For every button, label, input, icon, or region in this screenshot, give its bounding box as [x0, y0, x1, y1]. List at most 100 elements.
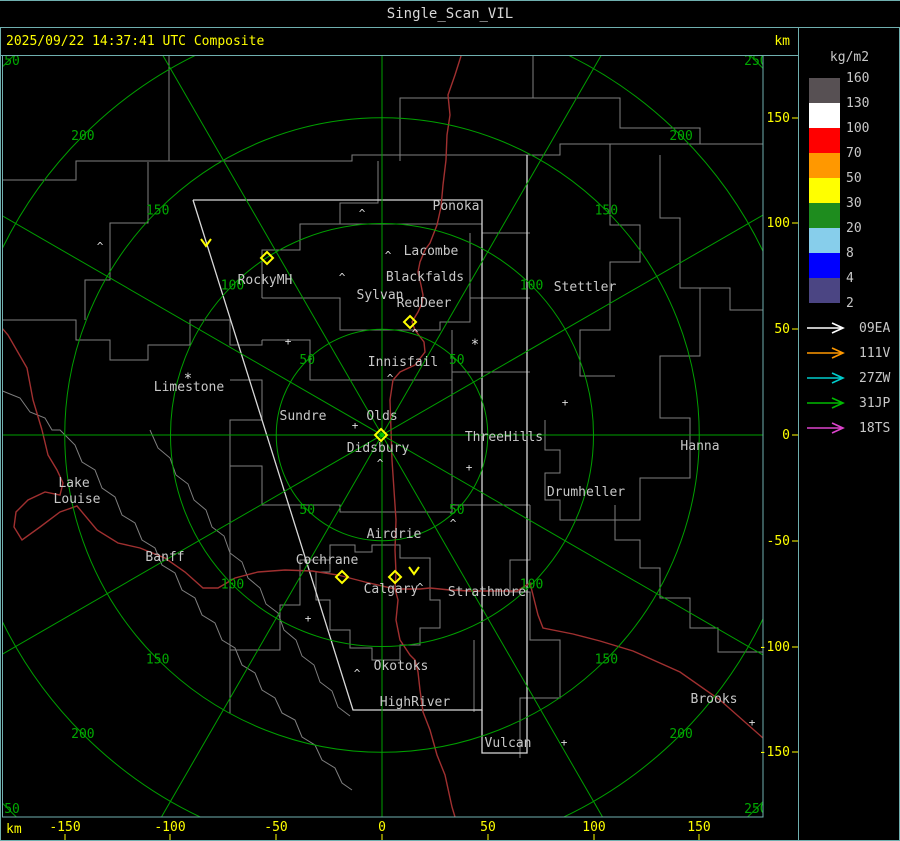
city-label: Vulcan: [485, 736, 532, 751]
radar-arrow-icon: [807, 422, 845, 434]
city-label: Lake: [58, 476, 89, 491]
county-line: [579, 144, 641, 377]
y-tick-label: 50: [774, 322, 790, 337]
legend-panel: kg/m2 160 130 100 70 50 30 20 8 4 2 09EA 111V 27Z…: [799, 28, 900, 841]
y-tick-label: 100: [767, 216, 790, 231]
city-label: Olds: [366, 409, 397, 424]
plus-marker: +: [305, 612, 312, 625]
county-line: [84, 162, 149, 320]
scale-color-box: [809, 103, 840, 128]
x-tick-label: -150: [49, 820, 80, 835]
caret-marker: ^: [385, 249, 392, 262]
svg-text:50: 50: [449, 503, 465, 518]
scale-color-box: [809, 278, 840, 303]
city-label: Strathmore: [448, 585, 526, 600]
plus-marker: +: [285, 335, 292, 348]
city-label: Hanna: [680, 439, 719, 454]
scale-value-label: 8: [846, 246, 854, 261]
city-label: RockyMH: [238, 273, 293, 288]
caret-marker: ^: [97, 240, 104, 253]
county-line: [509, 505, 561, 758]
city-label: ThreeHills: [465, 430, 543, 445]
highway: [395, 581, 763, 739]
plus-marker: +: [466, 461, 473, 474]
scale-value-label: 30: [846, 196, 862, 211]
city-label: Louise: [54, 492, 101, 507]
county-line: [3, 390, 353, 791]
svg-text:200: 200: [71, 129, 94, 144]
radar-legend-row: 09EA: [805, 320, 900, 336]
city-label: Didsbury: [347, 441, 410, 456]
radar-arrow-icon: [807, 372, 845, 384]
caret-marker: ^: [359, 207, 366, 220]
city-label: Okotoks: [374, 659, 429, 674]
scale-value-label: 100: [846, 121, 870, 136]
scale-value-label: 2: [846, 296, 854, 311]
svg-text:150: 150: [595, 652, 618, 667]
radar-map: 50 50 50 50 100 100 100 100 150 150 150 150 200 200 20…: [2, 55, 798, 840]
legend-unit-label: kg/m2: [829, 50, 870, 65]
x-axis-unit-label: km: [6, 822, 22, 837]
y-tick-label: 150: [767, 111, 790, 126]
radar-id-label: 27ZW: [859, 370, 891, 386]
svg-text:150: 150: [595, 204, 618, 219]
scale-value-label: 160: [846, 71, 870, 86]
county-line: [614, 505, 763, 653]
county-line: [700, 287, 763, 311]
county-line: [3, 319, 263, 361]
asterisk-marker: *: [184, 371, 192, 387]
x-tick-label: 50: [480, 820, 496, 835]
radar-id-label: 09EA: [859, 320, 891, 336]
range-rings: [3, 56, 763, 817]
radar-legend-row: 27ZW: [805, 370, 900, 386]
x-tick-label: 0: [378, 820, 386, 835]
svg-text:200: 200: [71, 727, 94, 742]
radar-id-label: 18TS: [859, 420, 891, 436]
svg-text:50: 50: [449, 353, 465, 368]
yellow-check-marker: [408, 566, 420, 576]
city-label: Innisfail: [368, 355, 438, 370]
radar-legend-row: 18TS: [805, 420, 900, 436]
caret-marker: ^: [377, 457, 384, 470]
y-tick-label: 0: [782, 428, 790, 443]
city-label: Brooks: [691, 692, 738, 707]
y-tick-label: -100: [759, 640, 790, 655]
scale-color-box: [809, 253, 840, 278]
city-label: Stettler: [554, 280, 617, 295]
svg-text:200: 200: [669, 129, 692, 144]
radar-viewer-window: { "title_bar": { "title": "Single_Scan_V…: [0, 0, 900, 841]
radar-legend-row: 111V: [805, 346, 900, 361]
asterisk-marker: *: [471, 337, 479, 353]
county-line: [614, 155, 701, 521]
city-label: Ponoka: [433, 199, 480, 214]
scale-value-label: 4: [846, 271, 854, 286]
scale-color-box: [809, 203, 840, 228]
range-ring: [3, 56, 763, 817]
scale-color-box: [809, 128, 840, 153]
svg-text:100: 100: [520, 278, 543, 293]
city-label: Airdrie: [367, 527, 422, 542]
x-tick-label: -100: [154, 820, 185, 835]
x-tick-label: 150: [687, 820, 710, 835]
svg-text:250: 250: [744, 802, 767, 817]
svg-text:100: 100: [221, 578, 244, 593]
radar-arrow-icon: [807, 397, 845, 409]
scale-color-box: [809, 178, 840, 203]
county-line: [149, 429, 351, 717]
scale-color-box: [809, 78, 840, 103]
svg-text:200: 200: [669, 727, 692, 742]
radar-arrow-icon: [807, 322, 845, 334]
x-tick-label: 100: [582, 820, 605, 835]
plus-marker: +: [352, 419, 359, 432]
svg-text:150: 150: [146, 652, 169, 667]
city-label: Banff: [145, 550, 184, 565]
radar-legend-row: 31JP: [805, 396, 900, 411]
caret-marker: ^: [339, 271, 346, 284]
y-tick-label: -150: [759, 745, 790, 760]
county-line: [230, 559, 330, 651]
azimuth-spokes: [3, 56, 763, 817]
svg-text:50: 50: [299, 503, 315, 518]
plus-marker: +: [561, 736, 568, 749]
caret-marker: ^: [417, 581, 424, 594]
city-label: RedDeer: [397, 296, 452, 311]
